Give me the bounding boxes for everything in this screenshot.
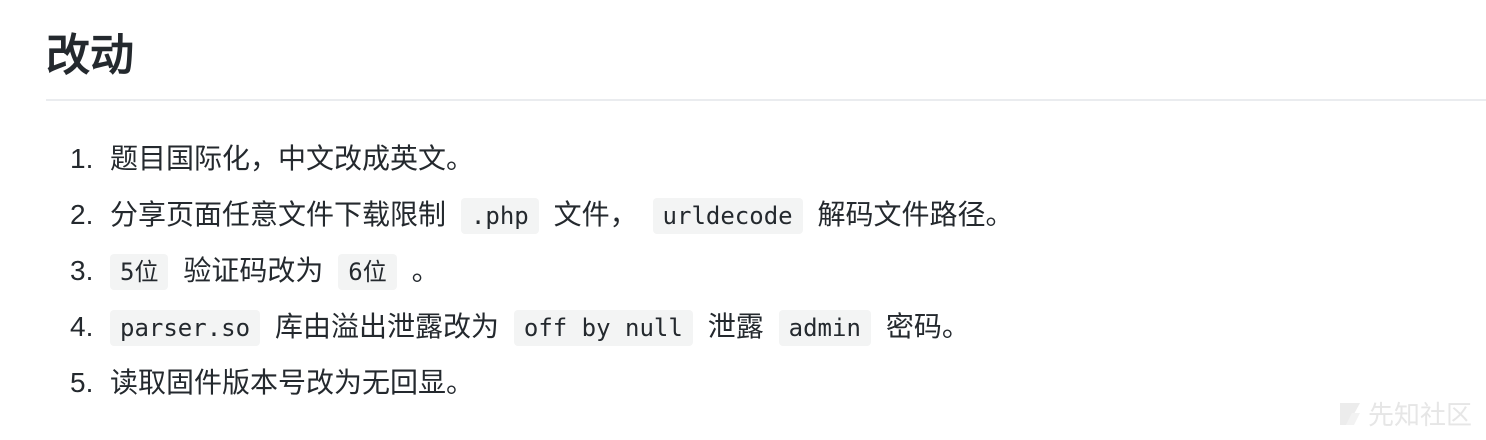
- list-item: 4. parser.so 库由溢出泄露改为 off by null 泄露 adm…: [46, 299, 1466, 355]
- inline-code: urldecode: [652, 198, 803, 234]
- inline-code: parser.so: [110, 310, 261, 346]
- list-item-text: 泄露: [707, 310, 764, 343]
- list-item-text: 读取固件版本号改为无回显。: [110, 366, 475, 399]
- watermark: 先知社区: [1338, 395, 1472, 432]
- inline-code: 5位: [110, 254, 169, 290]
- list-item-content: 分享页面任意文件下载限制 .php 文件， urldecode 解码文件路径。: [110, 187, 1014, 244]
- list-item: 2. 分享页面任意文件下载限制 .php 文件， urldecode 解码文件路…: [46, 187, 1466, 243]
- xianzhi-logo-icon: [1338, 401, 1362, 427]
- list-item: 1. 题目国际化，中文改成英文。: [46, 131, 1466, 187]
- section-heading: 改动: [46, 30, 134, 81]
- inline-code: off by null: [513, 310, 693, 346]
- list-item-number: 1.: [70, 143, 94, 174]
- list-item-number: 2.: [70, 199, 94, 230]
- list-item-number: 5.: [70, 367, 94, 398]
- watermark-text: 先知社区: [1367, 401, 1472, 431]
- heading-divider: [46, 99, 1486, 101]
- list-item-text: 题目国际化，中文改成英文。: [110, 142, 475, 175]
- list-item: 5. 读取固件版本号改为无回显。: [46, 355, 1466, 411]
- list-item-text: 。: [411, 254, 440, 287]
- list-item-text: 解码文件路径。: [817, 198, 1014, 231]
- inline-code: 6位: [338, 254, 397, 290]
- list-item-content: 读取固件版本号改为无回显。: [110, 355, 474, 411]
- list-item-content: parser.so 库由溢出泄露改为 off by null 泄露 admin …: [110, 299, 970, 356]
- list-item-number: 3.: [70, 255, 94, 286]
- list-item: 3. 5位 验证码改为 6位 。: [46, 243, 1466, 299]
- list-item-content: 题目国际化，中文改成英文。: [110, 131, 474, 187]
- inline-code: .php: [460, 198, 539, 234]
- list-item-text: 文件，: [553, 198, 638, 231]
- changes-list: 1. 题目国际化，中文改成英文。 2. 分享页面任意文件下载限制 .php 文件…: [46, 131, 1466, 411]
- list-item-number: 4.: [70, 311, 94, 342]
- list-item-content: 5位 验证码改为 6位 。: [110, 243, 440, 300]
- list-item-text: 库由溢出泄露改为: [274, 310, 499, 343]
- list-item-text: 分享页面任意文件下载限制: [110, 198, 447, 231]
- inline-code: admin: [778, 310, 871, 346]
- list-item-text: 验证码改为: [183, 254, 324, 287]
- list-item-text: 密码。: [885, 310, 970, 343]
